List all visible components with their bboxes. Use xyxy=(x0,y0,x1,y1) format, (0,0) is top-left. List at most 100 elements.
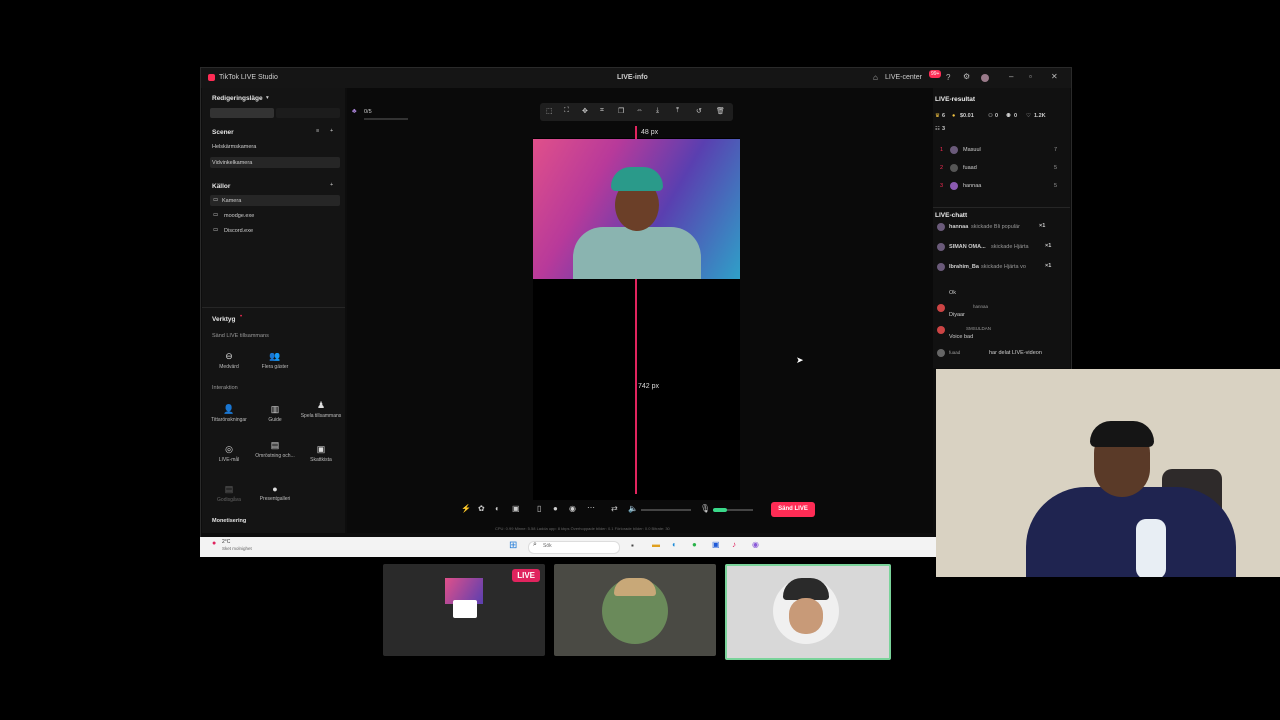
stream-preview[interactable]: 48 px 742 px xyxy=(533,126,740,500)
interaction-title: Interaktion xyxy=(212,385,238,391)
minimize-icon[interactable]: – xyxy=(1009,72,1013,81)
play-together-tool[interactable]: ♟ Spela tillsammans xyxy=(297,400,345,419)
list-item[interactable]: fuaad xyxy=(963,165,977,171)
target-icon: ◎ xyxy=(225,444,233,454)
tiktok-icon[interactable]: ♪ xyxy=(732,540,736,549)
task-view-icon[interactable]: ▪ xyxy=(631,541,634,550)
phone-icon[interactable]: ▯ xyxy=(537,504,541,513)
discord-icon[interactable]: ◉ xyxy=(752,540,759,549)
scene-item-selected[interactable]: Vidvinkelkamera xyxy=(210,157,340,168)
person-sweatshirt xyxy=(1026,487,1236,577)
right-panel: LIVE-resultat ♛ 6 ● $0.01 ⚇ 0 ⚉ 0 ♡ 1.2K… xyxy=(933,88,1070,368)
record-icon[interactable]: ● xyxy=(553,504,558,513)
hat-icon xyxy=(614,578,656,596)
search-icon: ⌕ xyxy=(533,541,537,548)
taskbar-search[interactable] xyxy=(528,541,620,554)
participant-tile[interactable] xyxy=(554,564,716,656)
person-body xyxy=(573,227,701,279)
co-host-tool[interactable]: ⊖ Medvärd xyxy=(205,351,253,370)
camera-source[interactable] xyxy=(533,139,740,279)
maximize-icon[interactable]: ▫ xyxy=(1029,72,1032,81)
screen-icon[interactable]: ▣ xyxy=(512,504,520,513)
avatar xyxy=(937,349,945,357)
speaker-icon[interactable]: 🔈 xyxy=(628,504,638,513)
settings-icon[interactable]: ⚙ xyxy=(963,72,970,81)
live-info-title[interactable]: LIVE-info xyxy=(617,74,648,81)
weather-icon: ● xyxy=(212,540,217,547)
avatar[interactable] xyxy=(981,74,989,82)
help-icon[interactable]: ? xyxy=(946,73,950,82)
guide-tool[interactable]: ▥ Guide xyxy=(251,404,299,423)
multi-guest-tool[interactable]: 👥 Flera gäster xyxy=(251,351,299,370)
weather-temp: 2°C xyxy=(222,539,231,545)
edge-icon[interactable]: ◐ xyxy=(672,540,677,549)
cap-icon xyxy=(783,578,829,600)
screen-share-tile[interactable]: LIVE xyxy=(383,564,545,656)
layer-up-icon[interactable]: ⤒ xyxy=(676,107,679,115)
layer-down-icon[interactable]: ⤓ xyxy=(656,107,659,115)
title-bar: TikTok LIVE Studio LIVE-info ⌂ LIVE-cent… xyxy=(201,68,1071,88)
more-icon[interactable]: ⋯ xyxy=(587,503,595,512)
window-icon: ▭ xyxy=(213,212,219,218)
mic-icon[interactable]: 🎙 xyxy=(700,504,710,513)
webcam-overlay xyxy=(936,369,1280,577)
center-icon[interactable]: ✥ xyxy=(582,107,588,115)
reset-icon[interactable]: ↺ xyxy=(696,107,702,115)
weather-desc: Sket molnighet xyxy=(222,546,252,551)
landscape-toggle[interactable] xyxy=(276,108,340,118)
home-icon: ⌂ xyxy=(873,73,878,82)
gallery-icon: ● xyxy=(272,484,278,494)
send-live-button[interactable]: Sänd LIVE xyxy=(771,502,815,517)
editing-mode-dropdown[interactable]: Redigeringsläge xyxy=(212,95,263,102)
crop-icon[interactable]: ⌗ xyxy=(600,107,604,115)
flip-icon[interactable]: ⇔ xyxy=(636,107,643,114)
tools-title: Verktyg xyxy=(212,316,236,323)
scene-icon: ♣ xyxy=(352,108,357,115)
gift-gallery-tool[interactable]: ● Presentgalleri xyxy=(251,484,299,502)
list-icon[interactable]: ≡ xyxy=(316,128,319,134)
volume-slider[interactable] xyxy=(641,509,691,511)
candy-gift-tool[interactable]: ▤ Godisgåva xyxy=(205,484,253,503)
app-icon[interactable]: ▣ xyxy=(712,540,720,549)
scenes-title: Scener xyxy=(212,129,234,136)
fit-icon[interactable]: ⬚ xyxy=(546,107,553,115)
divider xyxy=(202,307,345,308)
magic-icon[interactable]: ⚡ xyxy=(461,504,471,513)
source-item[interactable]: Kamera xyxy=(210,195,340,206)
scene-progress xyxy=(364,118,408,120)
viewer-wishes-tool[interactable]: 👤 Tittarönskningar xyxy=(205,404,253,423)
list-item[interactable]: hannaa xyxy=(963,183,981,189)
left-panel: Redigeringsläge ▾ Scener ≡ + Helskärmska… xyxy=(202,88,345,533)
game-icon: ♟ xyxy=(316,400,326,410)
chrome-icon[interactable]: ● xyxy=(692,540,697,549)
effects-icon[interactable]: ✿ xyxy=(478,504,485,513)
treasure-chest-tool[interactable]: ▣ Skattkista xyxy=(297,444,345,463)
source-item[interactable]: Discord.exe xyxy=(224,228,253,234)
filter-icon[interactable]: ◐ xyxy=(495,504,500,513)
poll-tool[interactable]: ▤ Omröstning och... xyxy=(251,440,299,459)
copy-icon[interactable]: ❐ xyxy=(618,107,624,115)
scene-item[interactable]: Helskärmskamera xyxy=(212,144,256,150)
source-item[interactable]: moodge.exe xyxy=(224,213,254,219)
delete-icon[interactable]: 🗑 xyxy=(716,107,725,115)
add-source-icon[interactable]: + xyxy=(330,182,333,188)
close-icon[interactable]: ✕ xyxy=(1051,72,1058,81)
expand-icon[interactable]: ⛶ xyxy=(564,107,569,115)
heart-icon: ♡ xyxy=(1026,113,1031,119)
live-center-link[interactable]: LIVE-center xyxy=(885,74,922,81)
add-scene-icon[interactable]: + xyxy=(330,128,333,134)
live-goal-tool[interactable]: ◎ LIVE-mål xyxy=(205,444,253,463)
participant-tile-active[interactable] xyxy=(725,564,891,660)
top-guide-line xyxy=(635,126,637,139)
windows-start-icon[interactable]: ⊞ xyxy=(509,540,517,551)
avatar xyxy=(937,326,945,334)
notification-badge: 99+ xyxy=(929,70,942,78)
replay-icon[interactable]: ◉ xyxy=(569,504,576,513)
mixer-icon[interactable]: ⇄ xyxy=(611,504,618,513)
sources-title: Källor xyxy=(212,183,231,190)
portrait-toggle[interactable] xyxy=(210,108,274,118)
list-item[interactable]: Masuul xyxy=(963,147,981,153)
link-icon: ⊖ xyxy=(225,351,233,361)
live-chat-title: LIVE-chatt xyxy=(935,212,968,219)
file-explorer-icon[interactable]: ▬ xyxy=(652,540,660,549)
